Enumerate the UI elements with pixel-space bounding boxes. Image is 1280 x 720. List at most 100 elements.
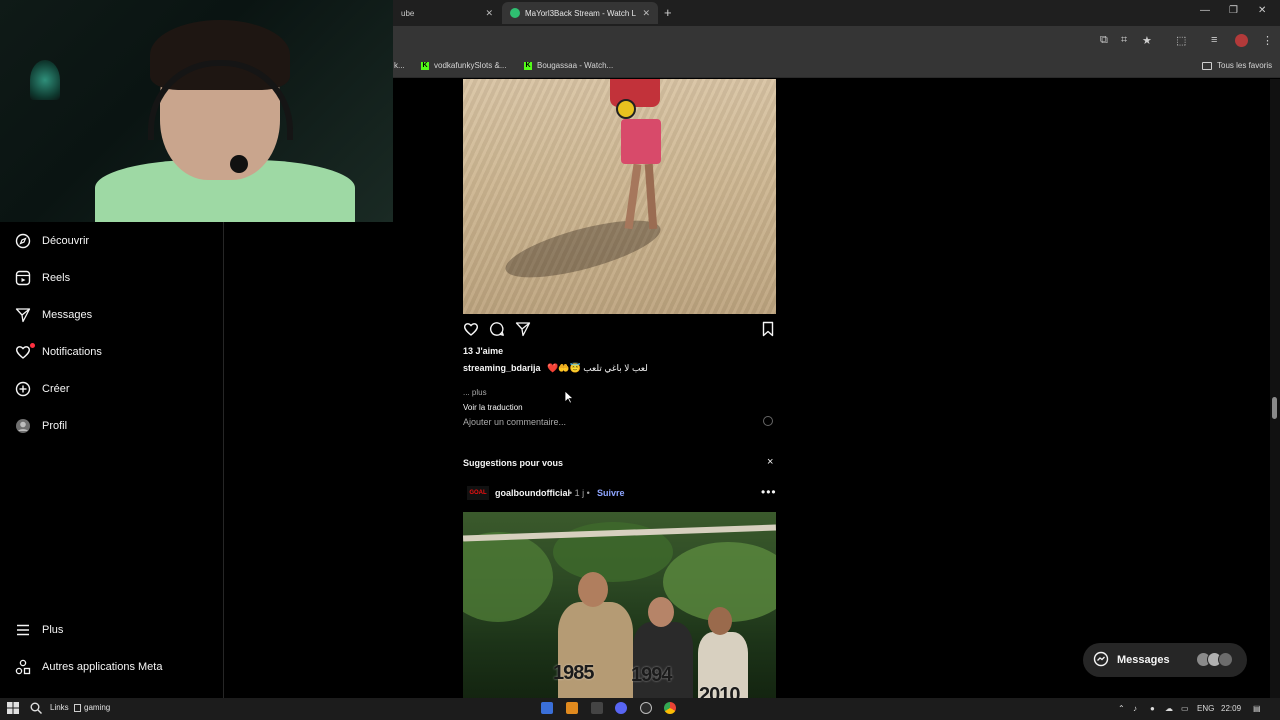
nav-label: Créer bbox=[42, 383, 70, 395]
suggested-account-row: GOAL goalboundofficial • 1 j • Suivre ••… bbox=[463, 485, 776, 501]
suggested-username[interactable]: goalboundofficial bbox=[495, 488, 570, 498]
nav-label: Autres applications Meta bbox=[42, 661, 163, 673]
palm-leaves bbox=[463, 532, 553, 622]
new-tab-button[interactable]: + bbox=[664, 5, 672, 20]
post-actions bbox=[462, 320, 778, 340]
volume-icon[interactable]: ♪ bbox=[1133, 704, 1137, 713]
plus-square-icon bbox=[14, 380, 32, 398]
profile-avatar[interactable] bbox=[1235, 34, 1248, 47]
microphone-icon[interactable]: ● bbox=[1150, 704, 1155, 713]
kick-icon: K bbox=[421, 61, 429, 70]
lamp bbox=[30, 60, 60, 100]
app-icon[interactable] bbox=[640, 702, 652, 714]
messages-label: Messages bbox=[1117, 654, 1170, 666]
more-link[interactable]: ... plus bbox=[463, 388, 487, 397]
minimize-icon[interactable]: — bbox=[1200, 5, 1210, 16]
post-image[interactable] bbox=[463, 79, 776, 314]
app-icon[interactable] bbox=[591, 702, 603, 714]
notification-badge bbox=[30, 343, 35, 348]
restore-icon[interactable]: ❐ bbox=[1229, 5, 1238, 16]
bookmark-item[interactable]: k... bbox=[394, 61, 405, 70]
microphone bbox=[230, 155, 248, 173]
extensions-icon[interactable]: ⬚ bbox=[1176, 34, 1186, 47]
nav-reels[interactable]: Reels bbox=[14, 268, 70, 288]
caption-emojis: ❤️🤲😇 bbox=[547, 363, 581, 373]
suggestions-title: Suggestions pour vous bbox=[463, 458, 564, 468]
webcam-overlay bbox=[0, 0, 393, 222]
caption-username[interactable]: streaming_bdarija bbox=[463, 363, 541, 373]
gaming-toolbar[interactable]: gaming bbox=[74, 703, 110, 712]
cloud-icon[interactable]: ☁ bbox=[1165, 704, 1173, 713]
language-indicator[interactable]: ENG bbox=[1197, 704, 1214, 713]
comment-input[interactable]: Ajouter un commentaire... bbox=[463, 417, 566, 427]
instagram-sidebar: Découvrir Reels Messages Notifications C… bbox=[0, 222, 224, 698]
kick-icon: K bbox=[524, 61, 532, 70]
tab-search-icon[interactable]: ≡ bbox=[1211, 34, 1217, 46]
bookmark-item[interactable]: K Bougassaa - Watch... bbox=[524, 61, 613, 70]
see-translation-link[interactable]: Voir la traduction bbox=[463, 403, 523, 412]
save-bookmark-icon[interactable] bbox=[759, 320, 777, 338]
emoji-icon[interactable] bbox=[763, 416, 773, 426]
person-figure bbox=[648, 597, 674, 627]
messages-floating-button[interactable]: Messages bbox=[1083, 643, 1247, 677]
scrollbar-thumb[interactable] bbox=[1272, 397, 1277, 419]
windows-taskbar: Links gaming ⌃ ♪ ● ☁ ▭ ENG 22:09 ▤ bbox=[0, 698, 1280, 720]
app-icon[interactable] bbox=[566, 702, 578, 714]
player-shorts bbox=[621, 119, 661, 164]
comment-icon[interactable] bbox=[488, 320, 506, 338]
nav-notifications[interactable]: Notifications bbox=[14, 342, 102, 362]
nav-label: Profil bbox=[42, 420, 68, 432]
screen: ube ✕ MaYorl3Back Stream - Watch L ✕ + —… bbox=[0, 0, 1280, 720]
post-caption: streaming_bdarija ❤️🤲😇 لعب لا باغي تلعب bbox=[463, 363, 648, 374]
app-icon[interactable] bbox=[541, 702, 553, 714]
nav-meta-apps[interactable]: Autres applications Meta bbox=[14, 657, 162, 677]
message-avatars bbox=[1196, 652, 1233, 667]
suggested-post-image[interactable]: 1985 1994 2010 bbox=[463, 512, 776, 700]
year-label: 1985 bbox=[553, 662, 594, 684]
more-options-icon[interactable]: ••• bbox=[761, 485, 777, 499]
network-icon[interactable]: ▭ bbox=[1181, 704, 1189, 713]
search-icon[interactable] bbox=[30, 702, 42, 714]
nav-label: Reels bbox=[42, 272, 71, 284]
year-label: 1994 bbox=[631, 664, 672, 686]
all-bookmarks-button[interactable]: Tous les favoris bbox=[1202, 61, 1272, 70]
person-figure bbox=[558, 602, 633, 700]
clock[interactable]: 22:09 bbox=[1221, 704, 1241, 713]
person-figure bbox=[633, 622, 693, 700]
messenger-icon bbox=[1093, 651, 1109, 670]
nav-explore[interactable]: Découvrir bbox=[14, 231, 89, 251]
windows-start-icon[interactable] bbox=[7, 702, 19, 714]
bookmark-star-icon[interactable]: ★ bbox=[1142, 34, 1152, 47]
person-figure bbox=[578, 572, 608, 607]
browser-menu-icon[interactable]: ⋮ bbox=[1262, 34, 1273, 47]
like-heart-icon[interactable] bbox=[462, 320, 480, 338]
browser-tab-active[interactable]: MaYorl3Back Stream - Watch L ✕ bbox=[502, 2, 658, 24]
close-tab-icon[interactable]: ✕ bbox=[642, 8, 650, 19]
page-scrollbar[interactable] bbox=[1270, 79, 1280, 699]
suggested-avatar[interactable]: GOAL bbox=[467, 486, 489, 500]
nav-create[interactable]: Créer bbox=[14, 379, 70, 399]
follow-button[interactable]: Suivre bbox=[597, 488, 625, 498]
translate-icon[interactable]: ⌗ bbox=[1121, 34, 1127, 47]
nav-more[interactable]: Plus bbox=[14, 620, 63, 640]
browser-tab[interactable]: ube ✕ bbox=[393, 2, 501, 24]
kick-icon bbox=[510, 8, 520, 18]
share-icon[interactable] bbox=[514, 320, 532, 338]
likes-count[interactable]: 13 J'aime bbox=[463, 346, 503, 356]
links-toolbar[interactable]: Links bbox=[50, 703, 69, 712]
chrome-icon[interactable] bbox=[664, 702, 676, 714]
tray-chevron-icon[interactable]: ⌃ bbox=[1118, 704, 1125, 713]
document-icon bbox=[74, 703, 81, 712]
nav-messages[interactable]: Messages bbox=[14, 305, 92, 325]
install-app-icon[interactable]: ⧉ bbox=[1100, 34, 1108, 47]
nav-profile[interactable]: Profil bbox=[14, 416, 67, 436]
close-tab-icon[interactable]: ✕ bbox=[485, 8, 493, 19]
close-suggestions-icon[interactable]: × bbox=[767, 456, 773, 468]
bookmark-item[interactable]: K vodkafunkySlots &... bbox=[421, 61, 506, 70]
compass-icon bbox=[14, 232, 32, 250]
meta-apps-icon bbox=[14, 658, 32, 676]
notification-center-icon[interactable]: ▤ bbox=[1253, 704, 1261, 713]
close-window-icon[interactable]: ✕ bbox=[1258, 5, 1266, 16]
nav-label: Découvrir bbox=[42, 235, 90, 247]
discord-icon[interactable] bbox=[615, 702, 627, 714]
